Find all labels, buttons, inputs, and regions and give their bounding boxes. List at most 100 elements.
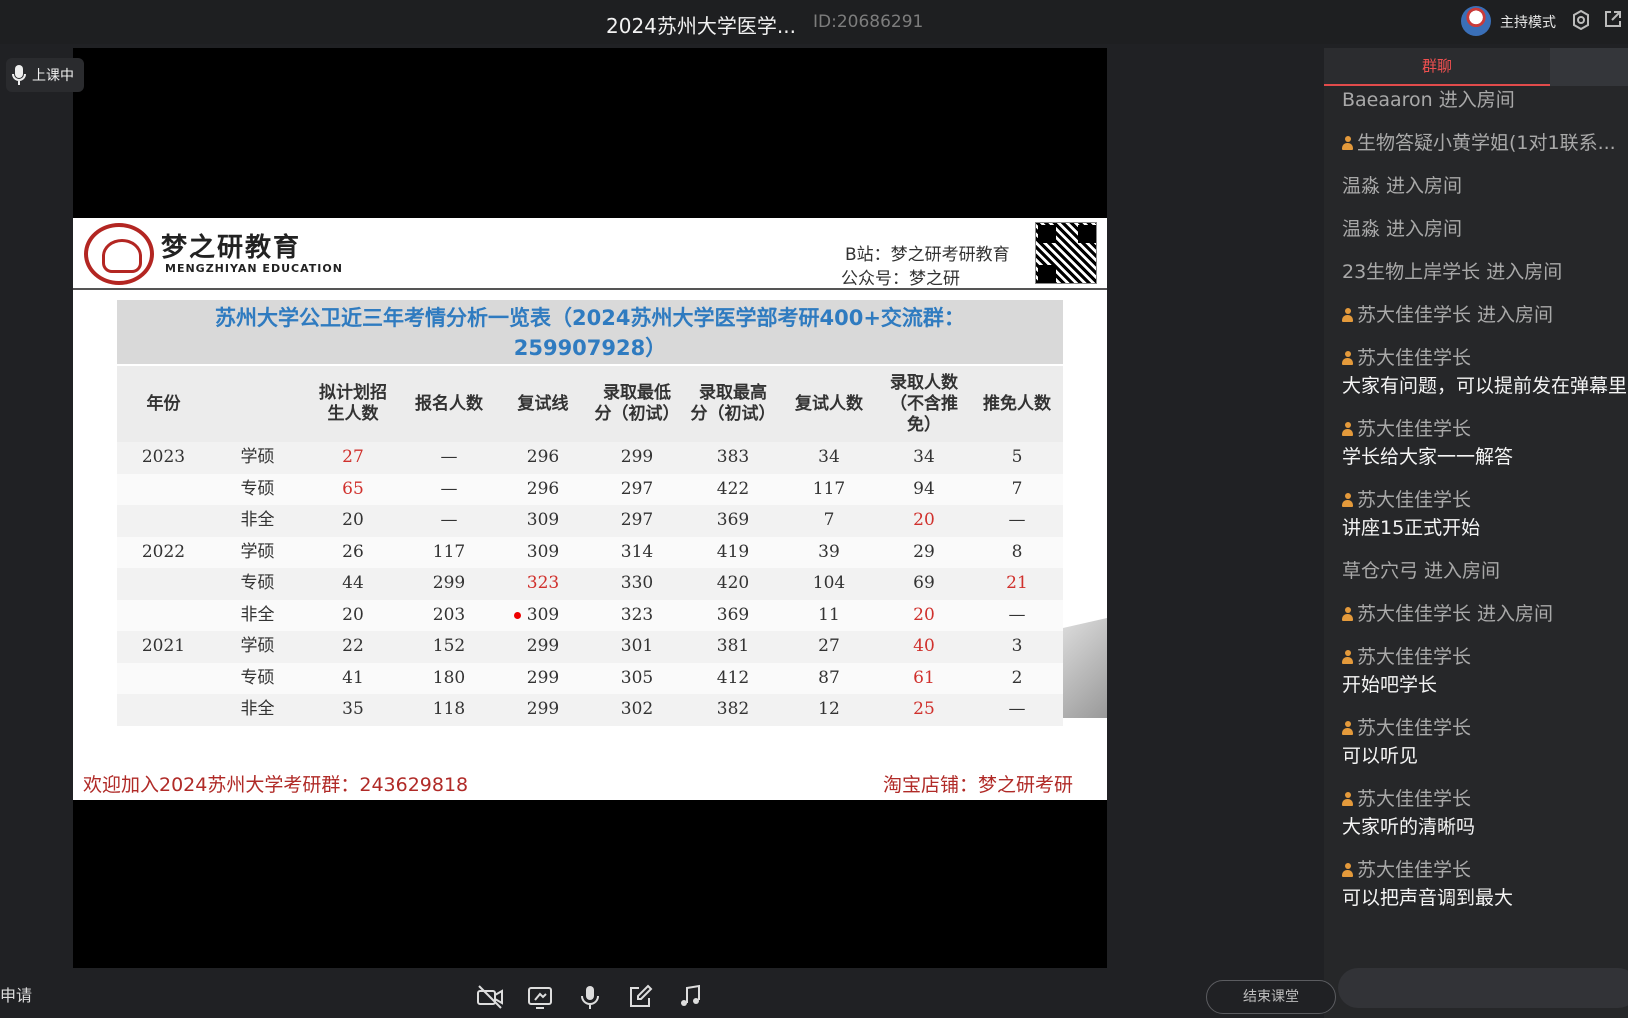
table-cell: 301 [620,636,654,657]
chat-sender: 苏大佳佳学长 [1342,856,1628,884]
chat-message: 苏大佳佳学长 可以听见 [1342,714,1628,770]
table-cell: — [1008,699,1026,720]
table-cell: — [440,478,458,499]
chat-sender-name: 温淼 进入房间 [1342,218,1463,240]
chat-message-text: 大家听的清晰吗 [1342,816,1476,838]
table-cell: 2022 [141,541,186,562]
settings-icon[interactable] [1570,9,1592,32]
table-cell: 35 [342,699,364,720]
music-icon[interactable] [676,983,706,1013]
top-bar: 2024苏州大学医学... ID:20686291 主持模式 [0,0,1628,44]
table-cell: 309 [526,510,560,531]
chat-input[interactable] [1338,968,1628,1008]
table-cell: 34 [818,447,840,468]
chat-sender: 苏大佳佳学长 [1342,714,1628,742]
apply-button[interactable]: 申请 [0,982,32,1006]
popout-icon[interactable] [1602,10,1624,32]
slide: 梦之研教育 MENGZHIYAN EDUCATION B站：梦之研考研教育 公众… [73,218,1107,800]
table-cell: 296 [526,447,560,468]
camera-off-icon[interactable] [476,983,506,1013]
host-avatar[interactable] [1461,6,1491,36]
end-class-button[interactable]: 结束课堂 [1206,980,1336,1014]
table-header-cell: 复试人数 [795,393,863,414]
table-cell: 非全 [240,604,275,625]
room-id: ID:20686291 [813,12,924,32]
table-cell: 26 [342,541,364,562]
admission-stats-table: 年份 拟计划招 生人数 报名人数 复试线 录取最低 分（初试） 录取最高 分（初试） 复试人… [117,366,1063,726]
video-stage[interactable]: 梦之研教育 MENGZHIYAN EDUCATION B站：梦之研考研教育 公众… [73,48,1107,968]
table-cell: 309 [526,541,560,562]
table-cell: 5 [1011,447,1023,468]
chat-message: 苏大佳佳学长 讲座15正式开始 [1342,486,1628,542]
tab-secondary[interactable] [1550,48,1628,86]
table-cell: 297 [620,510,654,531]
chat-message: Baeaaron 进入房间 [1342,86,1628,114]
table-cell: 20 [342,604,364,625]
table-cell: 309 [526,604,560,625]
table-cell: 422 [716,478,750,499]
host-mode-label[interactable]: 主持模式 [1500,12,1556,32]
table-cell: 118 [432,699,466,720]
table-cell: 203 [432,604,466,625]
qr-code-icon [1035,222,1097,284]
chat-message-text: 可以把声音调到最大 [1342,887,1514,909]
chat-tabs: 群聊 [1324,48,1628,86]
table-cell: 297 [620,478,654,499]
table-cell: — [440,510,458,531]
table-cell: 44 [342,573,364,594]
table-cell: 383 [716,447,750,468]
tab-group-chat[interactable]: 群聊 [1324,48,1550,86]
table-cell: 专硕 [240,667,275,688]
chat-sender-name: 苏大佳佳学长 进入房间 [1357,603,1554,625]
table-cell: 323 [526,573,560,594]
table-cell: 412 [716,667,750,688]
table-cell: 非全 [240,699,275,720]
table-cell: 专硕 [240,573,275,594]
table-cell: 3 [1011,636,1023,657]
table-cell: 117 [812,478,846,499]
table-cell: — [1008,604,1026,625]
table-cell: 2023 [141,447,186,468]
table-row: 2021 学硕 22 152 299 301 381 27 40 3 [117,631,1063,663]
laser-pointer-dot [514,612,521,619]
chat-message: 苏大佳佳学长 学长给大家一一解答 [1342,415,1628,471]
table-cell: 305 [620,667,654,688]
table-title: 苏州大学公卫近三年考情分析一览表（2024苏州大学医学部考研400+交流群： 2… [117,300,1063,364]
slide-header: 梦之研教育 MENGZHIYAN EDUCATION B站：梦之研考研教育 公众… [73,218,1107,290]
table-cell: 323 [620,604,654,625]
live-status-text: 上课中 [32,68,74,84]
chat-message-list[interactable]: Baeaaron 进入房间生物答疑小黄学姐(1对1联系... 温淼 进入房间 温淼 … [1342,86,1628,927]
chat-sender-name: 温淼 进入房间 [1342,175,1463,197]
table-cell: 299 [432,573,466,594]
chat-message-text: 大家有问题，可以提前发在弹幕里 [1342,375,1628,397]
table-cell: 39 [818,541,840,562]
table-title-line2: 259907928） [513,336,667,360]
screen-share-icon[interactable] [526,983,556,1013]
chat-message: 苏大佳佳学长可以把声音调到最大 [1342,856,1628,912]
table-cell: 61 [913,667,935,688]
table-cell: 382 [716,699,750,720]
user-icon [1342,308,1353,322]
chat-sender-name: 苏大佳佳学长 [1357,489,1472,511]
table-header-cell: 推免人数 [983,393,1051,414]
user-icon [1342,650,1353,664]
table-cell: 65 [342,478,364,499]
table-cell: 369 [716,510,750,531]
table-cell: 87 [818,667,840,688]
table-header-cell: 录取人数 （不含推 免） [890,372,958,435]
table-header-cell: 拟计划招 生人数 [319,383,387,424]
chat-panel: 群聊 Baeaaron 进入房间生物答疑小黄学姐(1对1联系... 温淼 进入房间… [1324,48,1628,1018]
chat-message: 苏大佳佳学长 进入房间 [1342,600,1628,628]
table-row: 非全 35 118 299 302 382 12 25 — [117,694,1063,726]
whiteboard-edit-icon[interactable] [626,983,656,1013]
chat-message-text: 开始吧学长 [1342,674,1438,696]
chat-sender-name: 生物答疑小黄学姐(1对1联系... [1357,132,1616,154]
table-cell: 20 [913,510,935,531]
user-icon [1342,136,1353,150]
microphone-icon[interactable] [576,983,606,1013]
table-cell: 330 [620,573,654,594]
chat-sender-name: 苏大佳佳学长 [1357,646,1472,668]
footer-group-info: 欢迎加入2024苏州大学考研群：243629818 [83,774,469,796]
table-cell: 11 [818,604,840,625]
table-cell: — [440,447,458,468]
